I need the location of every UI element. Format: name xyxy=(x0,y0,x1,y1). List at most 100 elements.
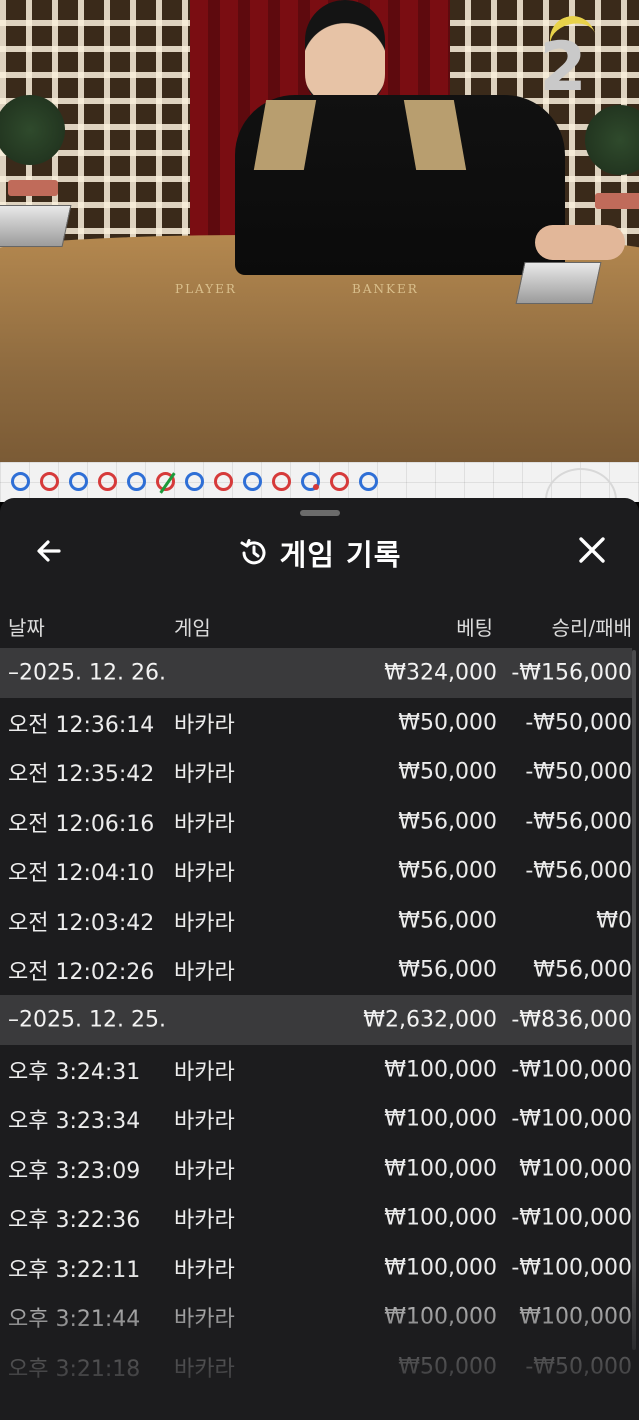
row-time: 오후 3:22:36 xyxy=(8,1208,141,1234)
row-result: -₩100,000 xyxy=(511,1106,632,1132)
card-shoe-left xyxy=(0,205,72,247)
row-game: 바카라 xyxy=(174,1059,235,1085)
row-time: 오전 12:06:16 xyxy=(8,811,155,837)
group-date: –2025. 12. 26. xyxy=(8,660,166,686)
row-time: 오후 3:22:11 xyxy=(8,1257,141,1283)
history-row[interactable]: 오후 3:21:18 바카라 ₩50,000 -₩50,000 xyxy=(0,1342,632,1392)
pot-right xyxy=(595,193,639,209)
history-row[interactable]: 오전 12:35:42 바카라 ₩50,000 -₩50,000 xyxy=(0,748,632,798)
road-bead xyxy=(156,472,175,491)
row-bet: ₩56,000 xyxy=(398,809,497,835)
dealer xyxy=(235,0,625,280)
row-game: 바카라 xyxy=(174,1356,235,1382)
column-date: 날짜 xyxy=(8,616,45,640)
row-game: 바카라 xyxy=(174,712,235,738)
sheet-title-text: 게임 기록 xyxy=(279,538,402,572)
scrollbar[interactable] xyxy=(632,650,636,1350)
row-result: -₩100,000 xyxy=(511,1205,632,1231)
countdown-number: 2 xyxy=(539,28,587,107)
history-row[interactable]: 오후 3:21:44 바카라 ₩100,000 ₩100,000 xyxy=(0,1293,632,1343)
row-result: -₩56,000 xyxy=(525,858,632,884)
group-bet-total: ₩2,632,000 xyxy=(363,1007,497,1033)
row-bet: ₩56,000 xyxy=(398,957,497,983)
history-row[interactable]: 오후 3:22:36 바카라 ₩100,000 -₩100,000 xyxy=(0,1194,632,1244)
sheet-header: 게임 기록 xyxy=(0,520,639,582)
row-result: -₩100,000 xyxy=(511,1255,632,1281)
row-game: 바카라 xyxy=(174,1208,235,1234)
dealer-hand xyxy=(535,225,625,260)
dealer-head xyxy=(305,0,385,110)
date-group-header[interactable]: –2025. 12. 25. ₩2,632,000 -₩836,000 xyxy=(0,995,632,1045)
row-time: 오후 3:21:44 xyxy=(8,1307,141,1333)
row-time: 오후 3:24:31 xyxy=(8,1059,141,1085)
road-bead xyxy=(330,472,349,491)
row-bet: ₩50,000 xyxy=(398,759,497,785)
history-row[interactable]: 오후 3:24:31 바카라 ₩100,000 -₩100,000 xyxy=(0,1045,632,1095)
history-row[interactable]: 오전 12:02:26 바카라 ₩56,000 ₩56,000 xyxy=(0,946,632,996)
date-group-header[interactable]: –2025. 12. 26. ₩324,000 -₩156,000 xyxy=(0,648,632,698)
game-history-sheet: 게임 기록 날짜 게임 베팅 승리/패배 –2025. 12. 26. ₩324,… xyxy=(0,498,639,1420)
road-bead xyxy=(301,472,320,491)
row-result: -₩56,000 xyxy=(525,809,632,835)
close-icon[interactable] xyxy=(574,532,610,568)
row-game: 바카라 xyxy=(174,762,235,788)
row-result: ₩0 xyxy=(596,908,632,934)
history-row[interactable]: 오전 12:06:16 바카라 ₩56,000 -₩56,000 xyxy=(0,797,632,847)
row-time: 오후 3:23:09 xyxy=(8,1158,141,1184)
row-result: -₩50,000 xyxy=(525,759,632,785)
column-bet: 베팅 xyxy=(456,616,493,640)
row-time: 오전 12:04:10 xyxy=(8,861,155,887)
history-row[interactable]: 오전 12:36:14 바카라 ₩50,000 -₩50,000 xyxy=(0,698,632,748)
row-time: 오후 3:23:34 xyxy=(8,1109,141,1135)
bead-road[interactable] xyxy=(0,462,639,532)
road-bead xyxy=(243,472,262,491)
sheet-title: 게임 기록 xyxy=(0,532,639,574)
sheet-drag-handle[interactable] xyxy=(300,510,340,516)
row-bet: ₩100,000 xyxy=(384,1106,497,1132)
betting-countdown: 2 xyxy=(520,10,602,110)
row-bet: ₩56,000 xyxy=(398,908,497,934)
pot-left xyxy=(8,180,58,196)
row-time: 오전 12:02:26 xyxy=(8,960,155,986)
history-row[interactable]: 오후 3:23:09 바카라 ₩100,000 ₩100,000 xyxy=(0,1144,632,1194)
row-game: 바카라 xyxy=(174,1109,235,1135)
history-row[interactable]: 오전 12:04:10 바카라 ₩56,000 -₩56,000 xyxy=(0,847,632,897)
column-game: 게임 xyxy=(174,616,211,640)
row-result: ₩100,000 xyxy=(519,1304,632,1330)
road-bead xyxy=(98,472,117,491)
row-bet: ₩100,000 xyxy=(384,1156,497,1182)
history-row[interactable]: 오후 3:22:11 바카라 ₩100,000 -₩100,000 xyxy=(0,1243,632,1293)
group-result-total: -₩836,000 xyxy=(511,1007,632,1033)
history-list[interactable]: –2025. 12. 26. ₩324,000 -₩156,000 오전 12:36:… xyxy=(0,648,632,1392)
row-result: ₩56,000 xyxy=(533,957,632,983)
row-game: 바카라 xyxy=(174,861,235,887)
row-game: 바카라 xyxy=(174,811,235,837)
road-bead xyxy=(272,472,291,491)
row-game: 바카라 xyxy=(174,910,235,936)
row-game: 바카라 xyxy=(174,1307,235,1333)
row-bet: ₩50,000 xyxy=(398,1354,497,1380)
group-date: –2025. 12. 25. xyxy=(8,1007,166,1033)
row-bet: ₩100,000 xyxy=(384,1255,497,1281)
history-row[interactable]: 오후 3:23:34 바카라 ₩100,000 -₩100,000 xyxy=(0,1095,632,1145)
road-bead xyxy=(127,472,146,491)
row-bet: ₩100,000 xyxy=(384,1057,497,1083)
row-game: 바카라 xyxy=(174,1158,235,1184)
row-game: 바카라 xyxy=(174,1257,235,1283)
row-bet: ₩50,000 xyxy=(398,710,497,736)
row-time: 오전 12:03:42 xyxy=(8,910,155,936)
row-bet: ₩100,000 xyxy=(384,1205,497,1231)
road-bead xyxy=(11,472,30,491)
row-result: -₩50,000 xyxy=(525,1354,632,1380)
row-result: -₩50,000 xyxy=(525,710,632,736)
row-time: 오전 12:36:14 xyxy=(8,712,155,738)
banker-label: BANKER xyxy=(352,282,419,296)
history-icon xyxy=(240,539,266,565)
road-bead xyxy=(69,472,88,491)
history-row[interactable]: 오전 12:03:42 바카라 ₩56,000 ₩0 xyxy=(0,896,632,946)
live-video-stream[interactable]: PLAYER BANKER 2 xyxy=(0,0,639,462)
column-result: 승리/패배 xyxy=(551,616,632,640)
road-bead xyxy=(359,472,378,491)
row-time: 오후 3:21:18 xyxy=(8,1356,141,1382)
group-bet-total: ₩324,000 xyxy=(384,660,497,686)
